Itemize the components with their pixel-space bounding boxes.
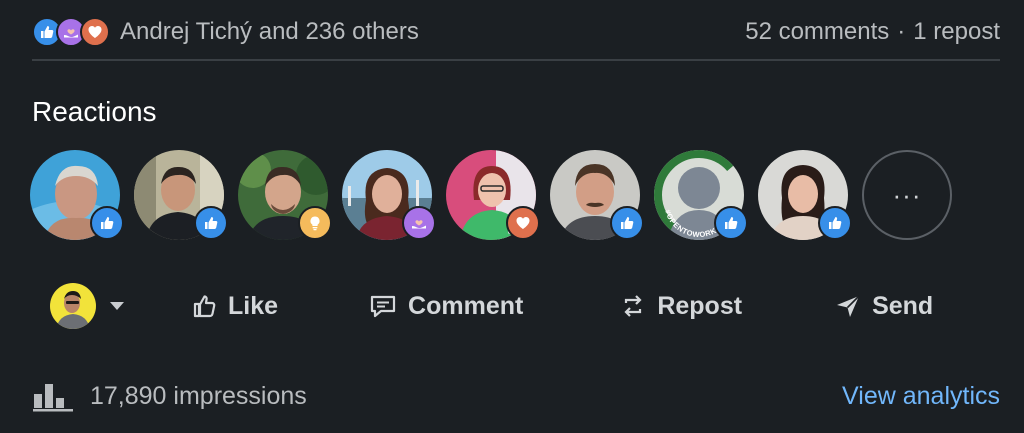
reactor-avatar[interactable] [342, 150, 436, 240]
react-as-picker[interactable] [50, 283, 126, 329]
like-icon [714, 206, 748, 240]
engagement-counts: 52 comments · 1 repost [745, 18, 1000, 46]
send-label: Send [872, 291, 934, 320]
like-icon [194, 206, 228, 240]
send-icon [837, 295, 860, 317]
reaction-icon-stack [32, 17, 110, 47]
current-user-avatar [50, 283, 96, 329]
reactor-avatar[interactable] [30, 150, 124, 240]
post-footer: 17,890 impressions View analytics [32, 374, 1000, 418]
separator-dot: · [897, 18, 906, 45]
more-icon: ··· [892, 179, 922, 210]
reactors-text: Andrej Tichý and 236 others [120, 18, 419, 45]
love-icon [506, 206, 540, 240]
comment-icon [370, 295, 396, 318]
chevron-down-icon [110, 302, 124, 310]
support-icon [402, 206, 436, 240]
like-icon [90, 206, 124, 240]
reactions-summary[interactable]: Andrej Tichý and 236 others [32, 17, 419, 47]
like-icon [610, 206, 644, 240]
comments-count-link[interactable]: 52 comments [745, 18, 889, 46]
reactions-heading: Reactions [32, 96, 157, 127]
divider [32, 59, 1000, 61]
reactor-avatar[interactable] [238, 150, 332, 240]
reactor-avatar[interactable] [446, 150, 540, 240]
reactor-avatar[interactable] [550, 150, 644, 240]
reactor-avatar-open-to-work[interactable]: #OPENTOWORK [654, 150, 748, 240]
like-label: Like [228, 291, 279, 320]
repost-label: Repost [657, 291, 743, 320]
like-icon [818, 206, 852, 240]
reactions-avatar-list: #OPENTOWORK ··· [30, 150, 952, 240]
reposts-count-link[interactable]: 1 repost [913, 18, 1000, 46]
reactor-avatar[interactable] [758, 150, 852, 240]
reactor-avatar[interactable] [134, 150, 228, 240]
comment-button[interactable]: Comment [368, 292, 523, 321]
impressions-stat[interactable]: 17,890 impressions [32, 380, 307, 412]
post-action-bar: Like Comment Repost Send [50, 276, 970, 336]
social-counts-bar: Andrej Tichý and 236 others 52 comments … [32, 12, 1000, 52]
repost-icon [624, 295, 642, 317]
view-analytics-link[interactable]: View analytics [842, 382, 1000, 411]
love-icon [80, 17, 110, 47]
comment-label: Comment [408, 291, 524, 320]
repost-button[interactable]: Repost [619, 292, 742, 321]
impressions-count: 17,890 impressions [90, 381, 307, 410]
more-reactions-button[interactable]: ··· [862, 150, 952, 240]
insightful-icon [298, 206, 332, 240]
send-button[interactable]: Send [834, 292, 933, 321]
thumbs-up-icon [193, 295, 216, 318]
like-button[interactable]: Like [190, 292, 278, 321]
bar-chart-icon [33, 384, 73, 412]
